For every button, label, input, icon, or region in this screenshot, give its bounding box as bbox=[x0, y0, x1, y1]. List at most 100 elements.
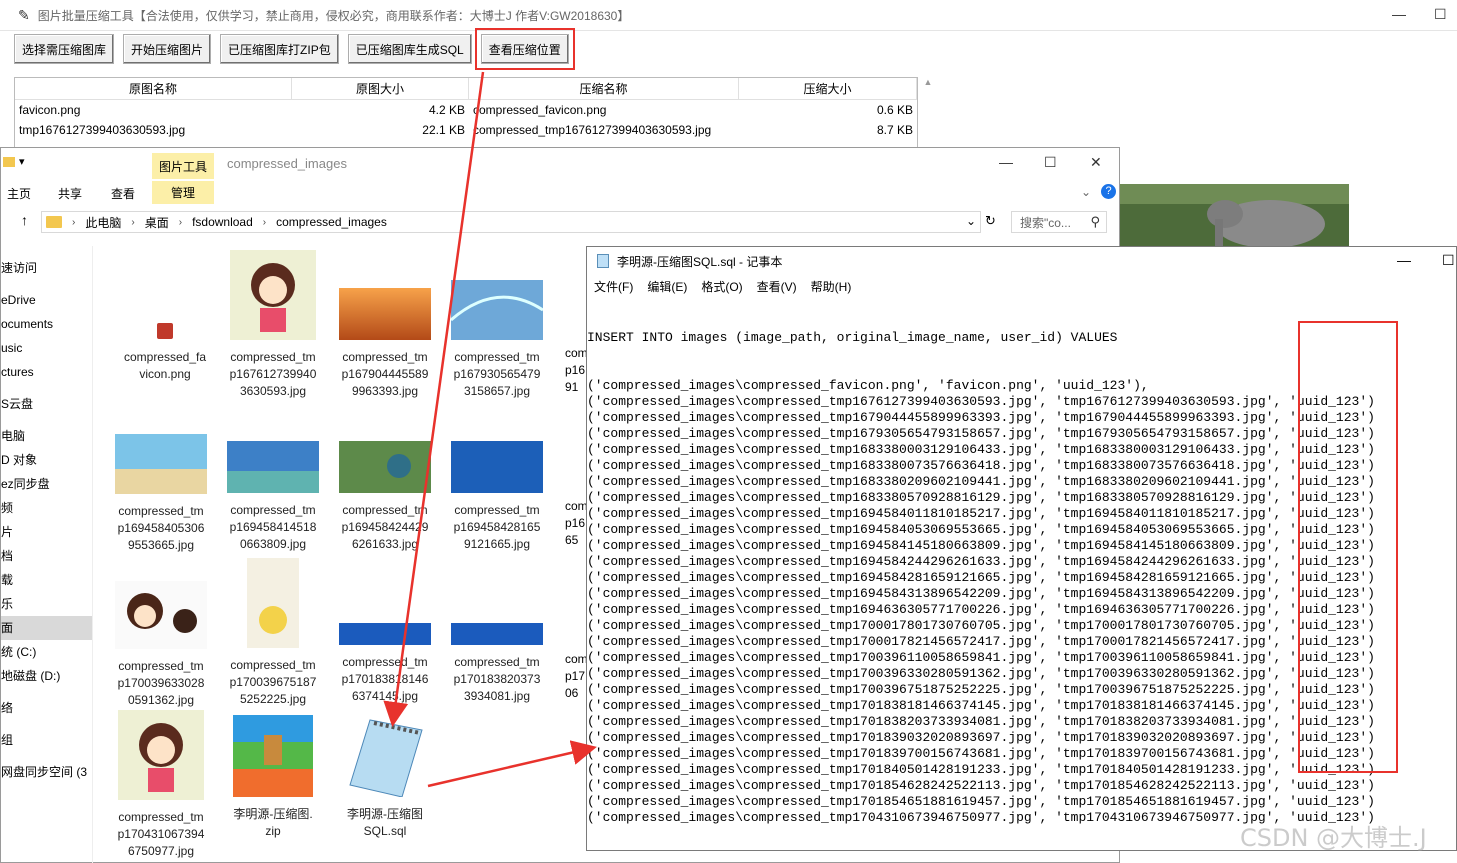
file-tile[interactable]: compressed_tm p167904445589 9963393.jpg bbox=[333, 288, 437, 400]
nav-item[interactable]: 片 bbox=[1, 520, 92, 544]
maximize-icon[interactable]: ☐ bbox=[1044, 154, 1057, 171]
table-row[interactable]: tmp1676127399403630593.jpg 22.1 KB compr… bbox=[15, 120, 917, 140]
file-tile[interactable]: compressed_tm p170039675187 5252225.jpg bbox=[221, 558, 325, 708]
file-name: p169458428165 bbox=[453, 520, 541, 534]
menu-edit[interactable]: 编辑(E) bbox=[647, 278, 687, 295]
file-tile[interactable]: 李明源-压缩图. zip bbox=[221, 715, 325, 840]
sql-row: ('compressed_images\compressed_tmp170185… bbox=[587, 794, 1375, 809]
file-name: p169458405306 bbox=[117, 521, 205, 535]
menu-view[interactable]: 查看(V) bbox=[757, 278, 797, 295]
file-name: p170183820373 bbox=[453, 672, 541, 686]
menu-help[interactable]: 帮助(H) bbox=[811, 278, 852, 295]
navigation-pane: 速访问 eDrive ocuments usic ctures S云盘 电脑 D… bbox=[1, 246, 93, 863]
quick-access-dropdown-icon[interactable]: ▾ bbox=[19, 155, 25, 168]
nav-item[interactable]: ocuments bbox=[1, 312, 92, 336]
cell: tmp1676127399403630593.jpg bbox=[19, 123, 186, 137]
file-tile[interactable]: compressed_tm p169458424429 6261633.jpg bbox=[333, 441, 437, 553]
nav-item[interactable]: D 对象 bbox=[1, 448, 92, 472]
file-name: p16 bbox=[565, 516, 586, 530]
breadcrumb-desktop[interactable]: 桌面 bbox=[145, 214, 169, 231]
maximize-icon[interactable]: ☐ bbox=[1434, 6, 1447, 23]
chevron-right-icon: › bbox=[131, 216, 135, 228]
nav-item[interactable]: 电脑 bbox=[1, 424, 92, 448]
chevron-down-icon[interactable]: ⌄ bbox=[966, 214, 976, 228]
tab-manage[interactable]: 管理 bbox=[152, 181, 214, 204]
cell: 8.7 KB bbox=[876, 123, 913, 137]
image-thumbnail bbox=[227, 441, 319, 493]
nav-item[interactable]: 乐 bbox=[1, 592, 92, 616]
col-original-size[interactable]: 原图大小 bbox=[292, 78, 469, 99]
table-scrollbar[interactable]: ▲ bbox=[921, 77, 935, 147]
nav-item[interactable]: 档 bbox=[1, 544, 92, 568]
file-tile[interactable]: compressed_fa vicon.png bbox=[113, 323, 217, 383]
zip-package-button[interactable]: 已压缩图库打ZIP包 bbox=[220, 34, 339, 64]
help-icon[interactable]: ? bbox=[1101, 184, 1116, 199]
nav-item[interactable]: ez同步盘 bbox=[1, 472, 92, 496]
file-tile[interactable]: compressed_tm p170183818146 6374145.jpg bbox=[333, 623, 437, 705]
tab-home[interactable]: 主页 bbox=[7, 185, 31, 202]
file-name: compressed_tm bbox=[454, 350, 540, 364]
menu-file[interactable]: 文件(F) bbox=[594, 278, 633, 295]
nav-item-desktop[interactable]: 面 bbox=[1, 616, 92, 640]
file-tile[interactable]: compressed_tm p167612739940 3630593.jpg bbox=[221, 250, 325, 400]
file-name: 91 bbox=[565, 380, 579, 394]
nav-item[interactable]: 速访问 bbox=[1, 256, 92, 280]
nav-item[interactable]: ctures bbox=[1, 360, 92, 384]
up-arrow-icon[interactable]: ↑ bbox=[21, 212, 28, 228]
minimize-icon[interactable]: — bbox=[999, 154, 1013, 170]
nav-item[interactable]: S云盘 bbox=[1, 392, 92, 416]
chevron-down-icon[interactable]: ⌄ bbox=[1081, 185, 1091, 199]
file-name: compressed_tm bbox=[118, 659, 204, 673]
file-name: 李明源-压缩图 bbox=[347, 807, 423, 821]
file-tile[interactable]: compressed_tm p167930565479 3158657.jpg bbox=[445, 280, 549, 400]
menu-format[interactable]: 格式(O) bbox=[701, 278, 742, 295]
file-tile[interactable]: compressed_tm p170431067394 6750977.jpg bbox=[109, 710, 213, 860]
file-tile[interactable]: compressed_tm p170183820373 3934081.jpg bbox=[445, 623, 549, 705]
file-tile[interactable]: compressed_tm p170039633028 0591362.jpg bbox=[109, 581, 213, 709]
nav-item[interactable]: 地磁盘 (D:) bbox=[1, 664, 92, 688]
col-compressed-name[interactable]: 压缩名称 bbox=[469, 78, 739, 99]
address-bar[interactable]: › 此电脑 › 桌面 › fsdownload › compressed_ima… bbox=[41, 211, 981, 233]
file-name: 9963393.jpg bbox=[351, 384, 419, 398]
file-tile[interactable]: compressed_tm p169458428165 9121665.jpg bbox=[445, 441, 549, 553]
breadcrumb-fsdownload[interactable]: fsdownload bbox=[192, 215, 253, 229]
maximize-icon[interactable]: ☐ bbox=[1442, 252, 1455, 269]
result-table[interactable]: 原图名称 原图大小 压缩名称 压缩大小 favicon.png 4.2 KB c… bbox=[14, 77, 918, 149]
select-library-button[interactable]: 选择需压缩图库 bbox=[14, 34, 115, 64]
nav-item[interactable]: 载 bbox=[1, 568, 92, 592]
tab-view[interactable]: 查看 bbox=[111, 185, 135, 202]
table-row[interactable]: favicon.png 4.2 KB compressed_favicon.pn… bbox=[15, 100, 917, 120]
minimize-icon[interactable]: — bbox=[1397, 252, 1411, 268]
chevron-right-icon: › bbox=[262, 216, 267, 228]
file-tile[interactable]: compressed_tm p169458414518 0663809.jpg bbox=[221, 441, 325, 553]
file-tile[interactable]: 李明源-压缩图 SQL.sql bbox=[333, 715, 437, 840]
minimize-icon[interactable]: — bbox=[1392, 6, 1406, 22]
col-original-name[interactable]: 原图名称 bbox=[15, 78, 292, 99]
refresh-icon[interactable]: ↻ bbox=[985, 213, 996, 229]
explorer-title: compressed_images bbox=[227, 156, 347, 171]
nav-item[interactable]: eDrive bbox=[1, 288, 92, 312]
close-icon[interactable]: ✕ bbox=[1090, 154, 1102, 171]
nav-item[interactable]: 组 bbox=[1, 728, 92, 752]
file-name: compressed_tm bbox=[342, 350, 428, 364]
nav-item[interactable]: usic bbox=[1, 336, 92, 360]
search-placeholder: 搜索"co... bbox=[1020, 215, 1071, 230]
image-thumbnail bbox=[451, 441, 543, 493]
start-compress-button[interactable]: 开始压缩图片 bbox=[123, 34, 212, 64]
nav-item[interactable]: 络 bbox=[1, 696, 92, 720]
nav-item[interactable]: 统 (C:) bbox=[1, 640, 92, 664]
file-tile[interactable]: compressed_tm p169458405306 9553665.jpg bbox=[109, 434, 213, 554]
nav-item[interactable]: 频 bbox=[1, 496, 92, 520]
breadcrumb-this-pc[interactable]: 此电脑 bbox=[85, 214, 121, 231]
nav-item[interactable]: 网盘同步空间 (3 bbox=[1, 760, 92, 784]
picture-tools-tab[interactable]: 图片工具 bbox=[152, 153, 214, 179]
search-input[interactable]: 搜索"co... ⚲ bbox=[1011, 211, 1107, 233]
folder-icon bbox=[46, 216, 62, 228]
generate-sql-button[interactable]: 已压缩图库生成SQL bbox=[347, 34, 472, 64]
file-name: compressed_tm bbox=[118, 810, 204, 824]
col-compressed-size[interactable]: 压缩大小 bbox=[739, 78, 917, 99]
breadcrumb-compressed-images[interactable]: compressed_images bbox=[276, 215, 387, 229]
file-name: zip bbox=[265, 824, 281, 838]
view-location-button[interactable]: 查看压缩位置 bbox=[474, 28, 575, 70]
tab-share[interactable]: 共享 bbox=[58, 185, 82, 202]
